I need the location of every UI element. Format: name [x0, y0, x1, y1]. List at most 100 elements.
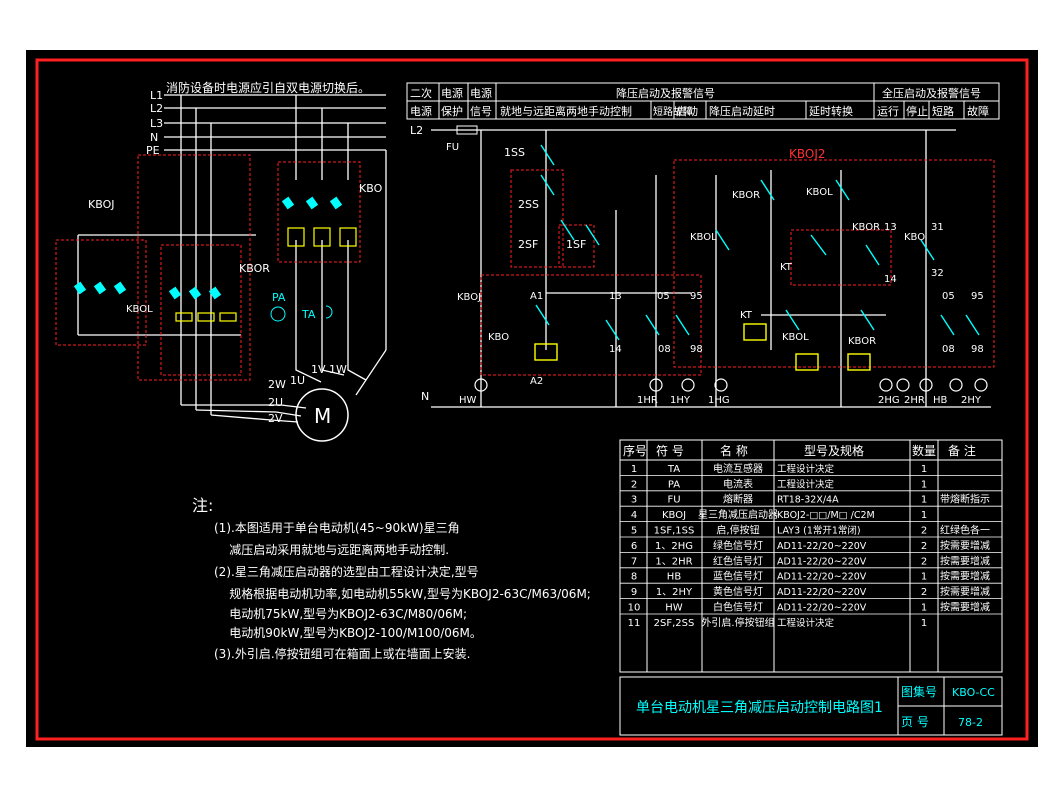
- hdr-secondary: 二次: [410, 86, 432, 100]
- table-cell: HB: [667, 572, 682, 583]
- ctrl-1sf: 1SF: [566, 238, 586, 251]
- ctrl-kboj2: KBOJ2: [789, 147, 826, 161]
- label-kboj-power: KBOJ: [88, 198, 114, 211]
- lamp-2hg: 2HG: [878, 395, 900, 406]
- ctrl-13a: 13: [609, 291, 622, 302]
- table-cell: 按需要增减: [940, 539, 990, 552]
- bus-l3: L3: [150, 117, 163, 130]
- table-cell: 1: [921, 495, 927, 506]
- title-block: 单台电动机星三角减压启动控制电路图1 图集号 KBO-CC 页 号 78-2: [619, 676, 1003, 736]
- th-remark: 备 注: [948, 443, 976, 458]
- table-cell: 2: [921, 556, 927, 567]
- ctrl-98a: 98: [690, 344, 703, 355]
- ctrl-14a: 14: [609, 344, 622, 355]
- table-cell: AD11-22/20~220V: [777, 587, 867, 598]
- table-cell: 电流互感器: [713, 462, 763, 475]
- notes-line-1: (1).本图适用于单台电动机(45~90kW)星三角: [214, 520, 460, 535]
- ctrl-kboj: KBOJ: [457, 292, 481, 303]
- hdr-sub-fault2: 故障: [967, 104, 989, 118]
- ctrl-08b: 08: [942, 344, 955, 355]
- table-cell: LAY3 (1常开1常闭): [777, 525, 861, 537]
- table-cell: AD11-22/20~220V: [777, 556, 867, 567]
- ctrl-95b: 95: [971, 291, 984, 302]
- table-cell: 1: [921, 510, 927, 521]
- hdr-sub-start: 启动: [676, 105, 698, 118]
- lamp-2hr: 2HR: [904, 395, 925, 406]
- table-cell: 电流表: [723, 477, 753, 490]
- hdr-full-start: 全压启动及报警信号: [882, 86, 981, 100]
- table-cell: 3: [631, 495, 637, 506]
- label-kbor-power: KBOR: [239, 262, 270, 275]
- table-cell: 1: [921, 479, 927, 490]
- table-cell: 1: [921, 618, 927, 629]
- parts-table: 序号 符 号 名 称 型号及规格 数量 备 注 1 TA 电流互感器 工程设计决定 12…: [619, 439, 1003, 673]
- table-cell: 红绿色各一: [940, 524, 990, 537]
- bus-l2: L2: [150, 102, 163, 115]
- title-atlas-label: 图集号: [901, 684, 937, 699]
- label-1w: 1W: [329, 363, 347, 376]
- table-cell: 2: [921, 587, 927, 598]
- ctrl-1ss: 1SS: [504, 146, 525, 159]
- ctrl-kbor-a: KBOR: [732, 190, 760, 201]
- hdr-sub-protect: 保护: [441, 104, 463, 118]
- hdr-sub-short: 短路: [932, 104, 954, 118]
- th-index: 序号: [623, 443, 647, 458]
- notes-line-4: 规格根据电动机功率,如电动机55kW,型号为KBOJ2-63C/M63/06M;: [214, 586, 591, 601]
- notes-block: 注: (1).本图适用于单台电动机(45~90kW)星三角 减压启动采用就地与远…: [192, 496, 591, 661]
- th-spec: 型号及规格: [804, 443, 864, 458]
- table-cell: 熔断器: [723, 493, 753, 506]
- ctrl-kt-a: KT: [780, 262, 793, 273]
- lamp-1hy: 1HY: [670, 395, 691, 406]
- ctrl-kbol-b: KBOL: [690, 232, 717, 243]
- ammeter-symbol: [270, 306, 286, 322]
- ctrl-kbo-b: KBO: [488, 332, 509, 343]
- table-cell: 4: [631, 510, 637, 521]
- lamp-hb: HB: [933, 395, 948, 406]
- table-cell: 7: [631, 556, 637, 567]
- hdr-power-2: 电源: [470, 86, 492, 100]
- schematic-drawing: 消防设备时电源应引自双电源切换后。 L1 L2 L3 N PE KBOJ KBO…: [35, 58, 1029, 741]
- ctrl-a2: A2: [530, 376, 543, 387]
- table-cell: 绿色信号灯: [713, 539, 763, 552]
- table-cell: 5: [631, 526, 637, 537]
- notes-line-2: 减压启动采用就地与远距离两地手动控制.: [214, 542, 449, 557]
- ctrl-kbo-a: KBO: [904, 232, 925, 243]
- title-page-value: 78-2: [958, 716, 983, 729]
- ctrl-fu: FU: [446, 142, 459, 153]
- table-cell: AD11-22/20~220V: [777, 572, 867, 583]
- table-cell: 1: [921, 603, 927, 614]
- table-body: 1 TA 电流互感器 工程设计决定 12 PA 电流表 工程设计决定 13 FU 熔断器 RT18-3…: [628, 462, 990, 629]
- table-cell: 8: [631, 572, 637, 583]
- ctrl-a1: A1: [530, 291, 543, 302]
- table-cell: TA: [667, 464, 680, 475]
- table-cell: 1、2HY: [656, 587, 693, 598]
- table-cell: 2: [921, 526, 927, 537]
- top-note: 消防设备时电源应引自双电源切换后。: [166, 80, 370, 95]
- table-cell: 白色信号灯: [713, 601, 763, 614]
- ctrl-95a: 95: [690, 291, 703, 302]
- table-cell: 星三角减压启动器: [698, 508, 778, 521]
- th-symbol: 符 号: [656, 443, 684, 458]
- ctrl-n: N: [421, 390, 429, 403]
- table-cell: 工程设计决定: [777, 478, 835, 490]
- table-cell: KBOJ: [662, 510, 686, 521]
- table-cell: 1: [921, 572, 927, 583]
- table-cell: 外引启.停按钮组: [701, 616, 774, 629]
- table-cell: 11: [628, 618, 641, 629]
- hdr-sub-manual: 就地与远距离两地手动控制: [500, 104, 632, 118]
- table-cell: 1、2HG: [655, 541, 693, 552]
- table-cell: PA: [668, 479, 680, 490]
- ctrl-kbol-a: KBOL: [806, 187, 833, 198]
- title-atlas-value: KBO-CC: [952, 686, 995, 699]
- ctrl-kbor-c: KBOR: [848, 336, 876, 347]
- ctrl-08a: 08: [658, 344, 671, 355]
- table-cell: 蓝色信号灯: [713, 570, 763, 583]
- notes-title: 注:: [192, 496, 213, 515]
- table-cell: 2: [921, 541, 927, 552]
- ctrl-2sf: 2SF: [518, 238, 538, 251]
- table-cell: 2: [631, 479, 637, 490]
- table-cell: 1: [631, 464, 637, 475]
- title-page-label: 页 号: [901, 715, 929, 729]
- table-cell: KBOJ2-□□/M□ /C2M: [777, 510, 875, 521]
- bus-n: N: [150, 131, 158, 144]
